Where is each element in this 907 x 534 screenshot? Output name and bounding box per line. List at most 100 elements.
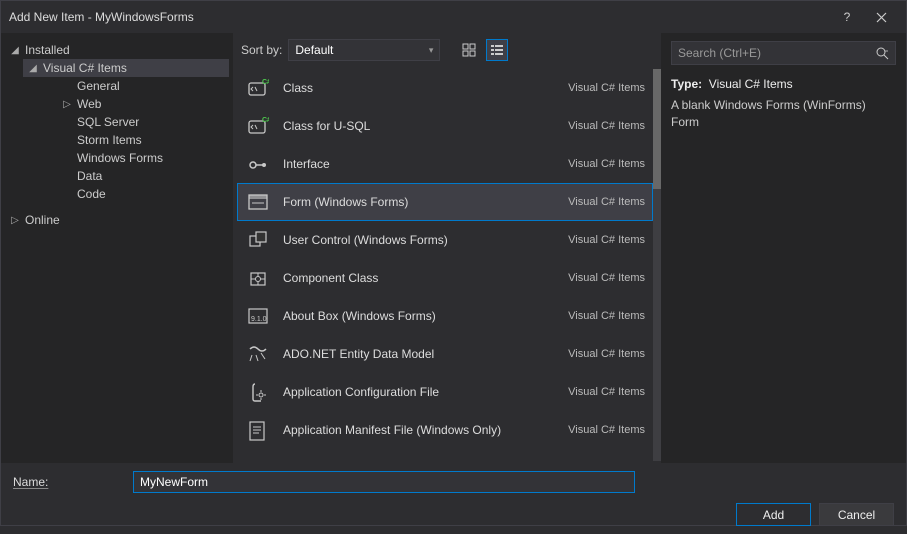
name-label: Name: [13,475,123,489]
tree-node-installed[interactable]: ◢ Installed [5,41,229,59]
view-list-button[interactable] [486,39,508,61]
expand-icon: ◢ [27,63,39,74]
template-language: Visual C# Items [568,348,645,360]
interface-icon [245,151,271,177]
template-item[interactable]: 9.1.0 About Box (Windows Forms)Visual C# … [237,297,653,335]
tree-label: Storm Items [77,133,142,147]
template-language: Visual C# Items [568,272,645,284]
scrollbar-thumb[interactable] [653,69,661,189]
help-button[interactable]: ? [830,5,864,30]
template-name: Class for U-SQL [283,119,568,133]
name-row: Name: [13,471,894,493]
ado-icon [245,341,271,367]
sort-combo[interactable]: Default ▾ [288,39,440,61]
tree-node-sql-server[interactable]: SQL Server [57,113,229,131]
template-item[interactable]: ADO.NET Entity Data ModelVisual C# Items [237,335,653,373]
button-row: Add Cancel [13,503,894,526]
template-item[interactable]: C# Class for U-SQLVisual C# Items [237,107,653,145]
template-name: Form (Windows Forms) [283,195,568,209]
component-icon [245,265,271,291]
template-item[interactable]: Component ClassVisual C# Items [237,259,653,297]
template-language: Visual C# Items [568,196,645,208]
svg-text:C#: C# [262,79,269,86]
tree-node-web[interactable]: ▷ Web [57,95,229,113]
expand-icon: ◢ [9,45,21,56]
add-button[interactable]: Add [736,503,811,526]
tree-node-general[interactable]: General [57,77,229,95]
template-language: Visual C# Items [568,424,645,436]
tree-node-windows-forms[interactable]: Windows Forms [57,149,229,167]
search-placeholder: Search (Ctrl+E) [678,46,761,60]
tree-node-data[interactable]: Data [57,167,229,185]
template-item[interactable]: Form (Windows Forms)Visual C# Items [237,183,653,221]
template-name: About Box (Windows Forms) [283,309,568,323]
form-icon [245,189,271,215]
titlebar: Add New Item - MyWindowsForms ? [1,1,906,33]
template-name: Interface [283,157,568,171]
tree-label: Web [77,97,101,111]
view-tiles-button[interactable] [458,39,480,61]
tree-label: Visual C# Items [43,61,127,75]
usercontrol-icon [245,227,271,253]
name-input[interactable] [133,471,635,493]
template-name: User Control (Windows Forms) [283,233,568,247]
tree-node-code[interactable]: Code [57,185,229,203]
template-name: ADO.NET Entity Data Model [283,347,568,361]
expand-icon: ▷ [9,215,21,226]
config-icon [245,379,271,405]
template-item[interactable]: Application Manifest File (Windows Only)… [237,411,653,449]
template-item[interactable]: User Control (Windows Forms)Visual C# It… [237,221,653,259]
chevron-down-icon: ▾ [429,45,434,56]
template-panel: Sort by: Default ▾ C#ClassVi [233,33,661,463]
template-name: Application Manifest File (Windows Only) [283,423,568,437]
template-language: Visual C# Items [568,234,645,246]
svg-text:C#: C# [262,117,269,124]
category-tree: ◢ Installed ◢ Visual C# Items General ▷ We… [1,33,233,463]
template-language: Visual C# Items [568,82,645,94]
close-icon [876,12,887,23]
template-item[interactable]: C# ClassVisual C# Items [237,69,653,107]
tree-label: General [77,79,120,93]
class-icon: C# [245,113,271,139]
template-language: Visual C# Items [568,158,645,170]
template-item[interactable]: Application Configuration FileVisual C# … [237,373,653,411]
svg-text:9.1.0: 9.1.0 [251,316,267,323]
info-panel: Search (Ctrl+E) Type: Visual C# Items A … [661,33,906,463]
type-line: Type: Visual C# Items [671,77,896,91]
tiles-icon [462,43,476,57]
list-icon [490,43,504,57]
template-name: Class [283,81,568,95]
type-description: A blank Windows Forms (WinForms) Form [671,97,896,131]
sort-value: Default [295,43,333,57]
template-item[interactable]: InterfaceVisual C# Items [237,145,653,183]
about-icon: 9.1.0 [245,303,271,329]
manifest-icon [245,417,271,443]
tree-node-storm-items[interactable]: Storm Items [57,131,229,149]
tree-label: SQL Server [77,115,139,129]
bottom-bar: Name: Add Cancel [1,463,906,534]
search-icon [875,46,889,60]
template-list: C#ClassVisual C# ItemsC#Class for U-SQLV… [233,67,661,463]
tree-label: Data [77,169,102,183]
scrollbar[interactable] [653,69,661,461]
sort-bar: Sort by: Default ▾ [233,33,661,67]
tree-label: Installed [25,43,70,57]
type-label: Type: [671,77,702,91]
template-language: Visual C# Items [568,386,645,398]
template-name: Application Configuration File [283,385,568,399]
window-title: Add New Item - MyWindowsForms [9,10,830,24]
sort-label: Sort by: [241,43,282,57]
search-input[interactable]: Search (Ctrl+E) [671,41,896,65]
expand-icon: ▷ [61,99,73,110]
template-name: Component Class [283,271,568,285]
cancel-button[interactable]: Cancel [819,503,894,526]
tree-label: Online [25,213,60,227]
close-button[interactable] [864,5,898,30]
tree-node-online[interactable]: ▷ Online [5,211,229,229]
template-language: Visual C# Items [568,120,645,132]
tree-label: Code [77,187,106,201]
tree-node-visual-csharp-items[interactable]: ◢ Visual C# Items [23,59,229,77]
content-area: ◢ Installed ◢ Visual C# Items General ▷ We… [1,33,906,463]
template-language: Visual C# Items [568,310,645,322]
class-icon: C# [245,75,271,101]
